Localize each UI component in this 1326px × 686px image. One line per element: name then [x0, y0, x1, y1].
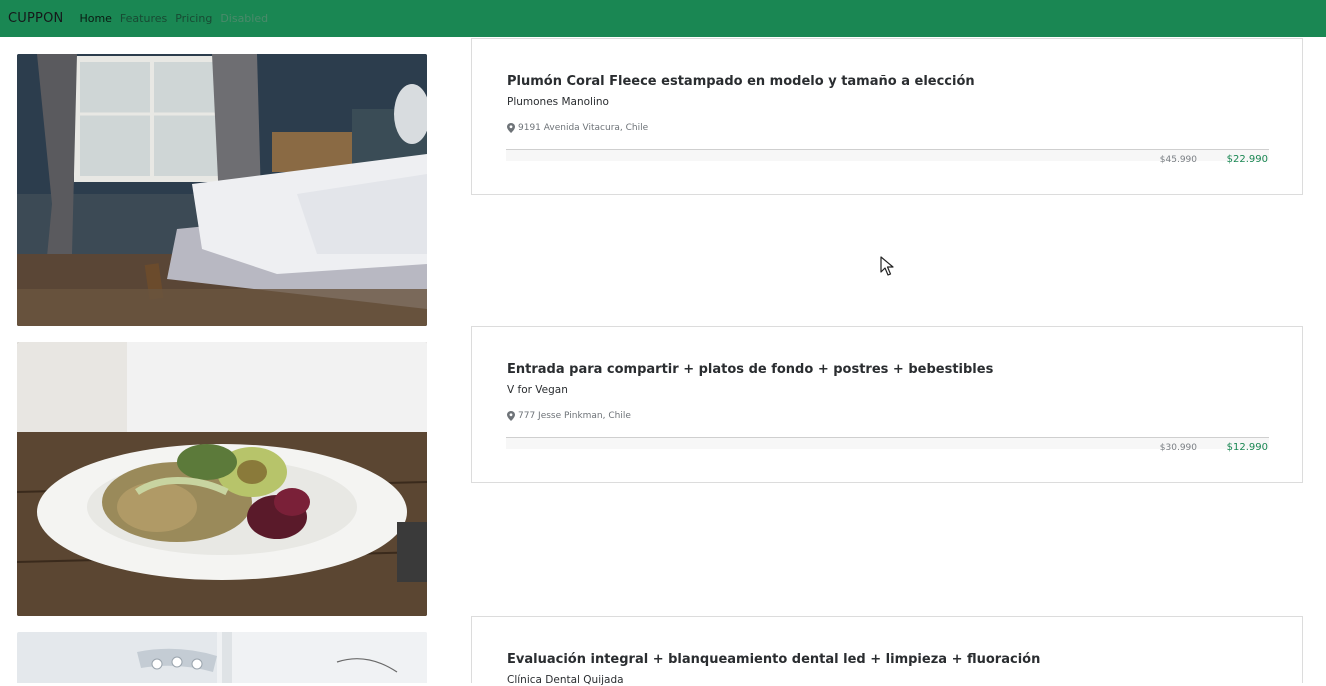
- new-price: $12.990: [1226, 442, 1268, 453]
- map-pin-icon: [507, 123, 515, 133]
- salad-photo: [17, 342, 427, 616]
- deal-image-salad[interactable]: [17, 342, 427, 616]
- deal-merchant: Plumones Manolino: [507, 96, 609, 108]
- deal-card-1[interactable]: Plumón Coral Fleece estampado en modelo …: [471, 38, 1303, 195]
- price-bar: [506, 437, 1269, 449]
- old-price: $45.990: [1159, 155, 1197, 165]
- bedroom-photo: [17, 54, 427, 326]
- deal-location: 777 Jesse Pinkman, Chile: [507, 411, 631, 421]
- deal-card-2[interactable]: Entrada para compartir + platos de fondo…: [471, 326, 1303, 483]
- deal-merchant: Clínica Dental Quijada: [507, 674, 624, 686]
- new-price: $22.990: [1226, 154, 1268, 165]
- location-text: 777 Jesse Pinkman, Chile: [518, 411, 631, 421]
- mouse-pointer-icon: [880, 256, 894, 276]
- nav-disabled: Disabled: [220, 12, 269, 25]
- location-text: 9191 Avenida Vitacura, Chile: [518, 123, 649, 133]
- top-navbar: CUPPON Home Features Pricing Disabled: [0, 0, 1326, 37]
- deal-title[interactable]: Plumón Coral Fleece estampado en modelo …: [507, 74, 975, 89]
- deal-image-dental[interactable]: [17, 632, 427, 683]
- deal-card-3[interactable]: Evaluación integral + blanqueamiento den…: [471, 616, 1303, 686]
- map-pin-icon: [507, 411, 515, 421]
- deal-merchant: V for Vegan: [507, 384, 568, 396]
- deal-image-bedroom[interactable]: [17, 54, 427, 326]
- dental-photo: [17, 632, 427, 683]
- nav-features[interactable]: Features: [120, 12, 167, 25]
- nav-home[interactable]: Home: [79, 12, 111, 25]
- nav-pricing[interactable]: Pricing: [175, 12, 212, 25]
- deal-title[interactable]: Evaluación integral + blanqueamiento den…: [507, 652, 1040, 667]
- old-price: $30.990: [1159, 443, 1197, 453]
- brand-logo[interactable]: CUPPON: [8, 11, 63, 26]
- deal-location: 9191 Avenida Vitacura, Chile: [507, 123, 648, 133]
- price-bar: [506, 149, 1269, 161]
- deal-title[interactable]: Entrada para compartir + platos de fondo…: [507, 362, 993, 377]
